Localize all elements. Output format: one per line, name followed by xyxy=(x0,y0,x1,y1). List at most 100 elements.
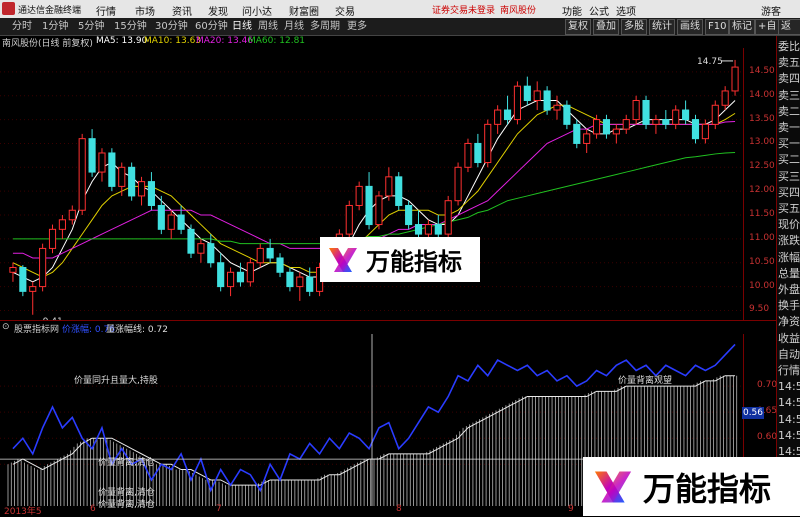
candle xyxy=(563,100,571,130)
menu-item-function[interactable]: 功能 xyxy=(562,3,582,18)
candle-body xyxy=(246,262,254,283)
menu-item-market[interactable]: 市场 xyxy=(135,3,155,18)
candle-body xyxy=(405,204,413,226)
candle-body xyxy=(711,104,719,125)
candle-body xyxy=(731,66,739,92)
guest-label[interactable]: 游客 xyxy=(761,3,781,18)
period-tab-60min[interactable]: 60分钟 xyxy=(195,20,228,33)
period-tab-time[interactable]: 分时 xyxy=(12,20,32,33)
ma5-legend: MA5: 13.90 xyxy=(96,36,148,46)
candle xyxy=(227,267,235,297)
candle xyxy=(9,262,17,282)
adjust-button[interactable]: 复权 xyxy=(565,19,591,35)
price-tick-label: 11.50 xyxy=(749,209,775,220)
candle xyxy=(494,105,502,134)
candle-body xyxy=(58,219,66,230)
candle-body xyxy=(523,85,531,101)
candle xyxy=(217,253,225,292)
candle xyxy=(355,181,363,211)
date-tick-label: 2013年5 xyxy=(4,507,42,517)
candle xyxy=(246,257,254,287)
menu-item-discover[interactable]: 发现 xyxy=(208,3,228,18)
candle-body xyxy=(355,185,363,206)
period-tab-multi[interactable]: 多周期 xyxy=(310,20,340,33)
price-tick-label: 11.00 xyxy=(749,232,775,243)
menu-item-quotes[interactable]: 行情 xyxy=(96,3,116,18)
period-tab-day[interactable]: 日线 xyxy=(232,20,252,33)
side-panel-item[interactable]: 14:5 xyxy=(778,429,800,442)
candle xyxy=(256,243,264,268)
multi-stock-button[interactable]: 多股 xyxy=(621,19,647,35)
period-tab-5min[interactable]: 5分钟 xyxy=(78,20,104,33)
back-button[interactable]: 返回 xyxy=(778,19,800,35)
candle-body xyxy=(434,224,442,235)
candle-body xyxy=(118,166,126,187)
period-tab-30min[interactable]: 30分钟 xyxy=(155,20,188,33)
candle xyxy=(632,95,640,125)
candle-body xyxy=(147,181,155,206)
side-panel-item[interactable]: 自动 xyxy=(778,348,800,361)
side-panel-item: 卖二 xyxy=(778,104,800,118)
candle xyxy=(474,133,482,168)
side-panel-item[interactable]: 14:5 xyxy=(778,396,800,409)
candle-body xyxy=(484,123,492,164)
stats-button[interactable]: 统计 xyxy=(649,19,675,35)
login-notice[interactable]: 证券交易未登录 xyxy=(432,3,495,16)
side-panel-item[interactable]: 14:5 xyxy=(778,413,800,426)
side-panel-item[interactable]: 14:5 xyxy=(778,380,800,393)
period-tab-week[interactable]: 周线 xyxy=(258,20,278,33)
menu-item-ask[interactable]: 问小达 xyxy=(242,3,272,18)
menu-item-options[interactable]: 选项 xyxy=(616,3,636,18)
candle xyxy=(731,59,739,96)
draw-button[interactable]: 画线 xyxy=(677,19,703,35)
candle-body xyxy=(187,228,195,254)
candle-body xyxy=(662,119,670,125)
current-stock: 南风股份 xyxy=(500,6,537,16)
candle-body xyxy=(533,90,541,101)
period-tab-month[interactable]: 月线 xyxy=(284,20,304,33)
menu-item-formula[interactable]: 公式 xyxy=(589,3,609,18)
menu-item-wealth[interactable]: 财富圈 xyxy=(289,3,319,18)
period-tab-1min[interactable]: 1分钟 xyxy=(42,20,68,33)
menu-bar: 通达信金融终端 行情 市场 资讯 发现 问小达 财富圈 交易 证券交易未登录 南… xyxy=(0,0,800,19)
candle-body xyxy=(296,276,304,288)
side-panel-item: 买二 xyxy=(778,153,800,167)
period-tab-more[interactable]: 更多 xyxy=(347,20,367,33)
side-panel-item: 卖四 xyxy=(778,72,800,86)
candle-body xyxy=(474,142,482,164)
menu-item-trade[interactable]: 交易 xyxy=(335,3,355,18)
app-logo-icon xyxy=(2,2,15,15)
side-panel-item[interactable]: 行情 xyxy=(778,364,800,377)
candle xyxy=(286,267,294,292)
period-tab-15min[interactable]: 15分钟 xyxy=(114,20,147,33)
indicator-toggle-icon[interactable]: ⊙ xyxy=(2,322,10,332)
candle-body xyxy=(207,243,215,264)
candle-body xyxy=(632,99,640,121)
candle xyxy=(48,224,57,254)
price-tick-label: 10.00 xyxy=(749,280,775,291)
price-tick-label: 12.50 xyxy=(749,161,775,172)
overlay-button[interactable]: 叠加 xyxy=(593,19,619,35)
watermark-text: 万能指标 xyxy=(366,248,462,276)
date-tick-label: 7 xyxy=(216,504,222,514)
candle-body xyxy=(593,119,601,135)
f10-button[interactable]: F10 xyxy=(705,19,730,35)
candle xyxy=(128,162,136,201)
annotation-watch: 价量背离观望 xyxy=(618,376,673,386)
candle-body xyxy=(9,267,17,273)
candle-body xyxy=(157,204,165,230)
candle xyxy=(672,105,680,130)
date-tick-label: 6 xyxy=(90,504,96,514)
price-tick-label: 14.50 xyxy=(749,65,775,76)
candle-body xyxy=(306,276,314,292)
ma20-legend: MA20: 13.46 xyxy=(196,36,254,46)
candle xyxy=(395,172,403,211)
indicator-tick-label: 0.70 xyxy=(757,380,778,391)
candle-body xyxy=(68,209,76,221)
date-tick-label: 8 xyxy=(396,504,402,514)
candle-body xyxy=(464,142,472,168)
side-panel-item: 买四 xyxy=(778,185,800,199)
menu-item-news[interactable]: 资讯 xyxy=(172,3,192,18)
mark-button[interactable]: 标记 xyxy=(729,19,755,35)
candle xyxy=(39,243,47,292)
